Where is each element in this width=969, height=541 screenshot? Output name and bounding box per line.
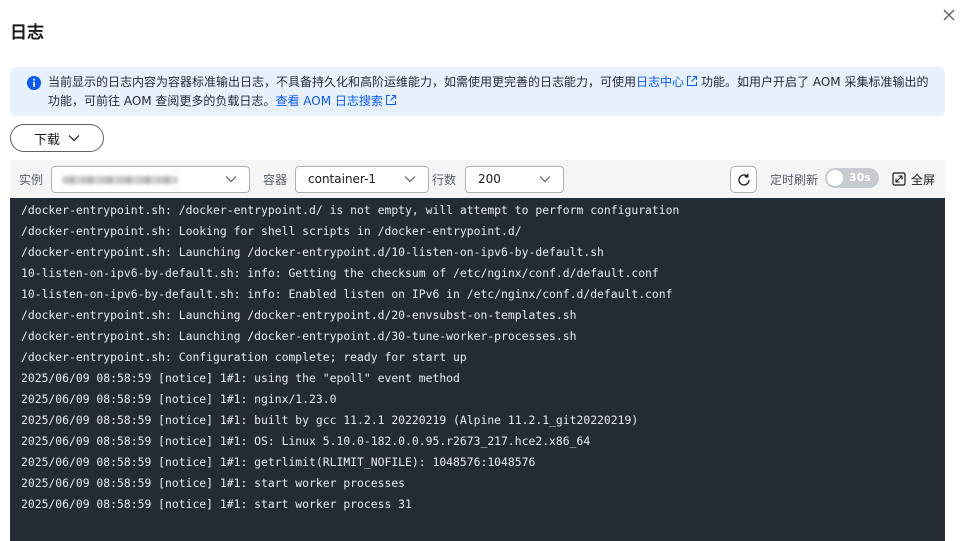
- chevron-down-icon: [225, 176, 237, 183]
- log-toolbar: 实例 容器 container-1 行数 200 定时刷新 30s 全屏: [10, 160, 945, 198]
- instance-select[interactable]: [51, 166, 250, 193]
- fullscreen-button[interactable]: 全屏: [892, 170, 935, 188]
- log-line: 2025/06/09 08:58:59 [notice] 1#1: built …: [21, 413, 639, 427]
- log-line: /docker-entrypoint.sh: Looking for shell…: [21, 224, 522, 238]
- external-link-icon: [687, 76, 698, 86]
- external-link-icon: [385, 95, 396, 105]
- log-line: 2025/06/09 08:58:59 [notice] 1#1: start …: [21, 476, 406, 490]
- auto-refresh-interval: 30s: [849, 171, 871, 184]
- aom-log-search-link[interactable]: 查看 AOM 日志搜索: [275, 94, 382, 108]
- log-line: /docker-entrypoint.sh: Launching /docker…: [21, 308, 577, 322]
- log-output: /docker-entrypoint.sh: /docker-entrypoin…: [10, 198, 945, 541]
- log-line: /docker-entrypoint.sh: Launching /docker…: [21, 329, 577, 343]
- instance-label: 实例: [19, 173, 44, 187]
- log-center-link[interactable]: 日志中心: [636, 75, 684, 89]
- auto-refresh-label: 定时刷新: [770, 173, 819, 187]
- download-label: 下载: [33, 132, 60, 148]
- info-icon: [27, 76, 41, 90]
- toggle-knob: [827, 170, 843, 186]
- container-label: 容器: [263, 173, 288, 187]
- log-line: 2025/06/09 08:58:59 [notice] 1#1: start …: [21, 497, 412, 511]
- instance-value-redacted: [62, 176, 178, 184]
- refresh-icon: [737, 173, 750, 186]
- dialog-title: 日志: [10, 23, 44, 43]
- close-icon: [943, 9, 955, 21]
- log-line: 10-listen-on-ipv6-by-default.sh: info: G…: [21, 266, 659, 280]
- log-line: 2025/06/09 08:58:59 [notice] 1#1: OS: Li…: [21, 434, 591, 448]
- log-line: 2025/06/09 08:58:59 [notice] 1#1: using …: [21, 371, 460, 385]
- fullscreen-label: 全屏: [911, 172, 936, 187]
- log-line: 2025/06/09 08:58:59 [notice] 1#1: nginx/…: [21, 392, 337, 406]
- log-line: /docker-entrypoint.sh: /docker-entrypoin…: [21, 203, 680, 217]
- log-line: 2025/06/09 08:58:59 [notice] 1#1: getrli…: [21, 455, 536, 469]
- fullscreen-icon: [892, 172, 906, 186]
- log-line: 10-listen-on-ipv6-by-default.sh: info: E…: [21, 287, 673, 301]
- lines-label: 行数: [432, 173, 457, 187]
- log-line: /docker-entrypoint.sh: Launching /docker…: [21, 245, 604, 259]
- log-line: /docker-entrypoint.sh: Configuration com…: [21, 350, 467, 364]
- chevron-down-icon: [404, 176, 416, 183]
- chevron-down-icon: [539, 176, 551, 183]
- download-button[interactable]: 下载: [10, 124, 104, 152]
- auto-refresh-toggle[interactable]: 30s: [825, 168, 879, 188]
- chevron-down-icon: [68, 135, 80, 142]
- refresh-button[interactable]: [730, 166, 757, 193]
- close-button[interactable]: [939, 5, 959, 25]
- container-select[interactable]: container-1: [295, 166, 429, 193]
- notice-text-1: 当前显示的日志内容为容器标准输出日志，不具备持久化和高阶运维能力，如需使用更完善…: [48, 75, 637, 89]
- container-value: container-1: [308, 172, 377, 186]
- lines-value: 200: [478, 172, 501, 186]
- lines-select[interactable]: 200: [465, 166, 564, 193]
- info-notice: 当前显示的日志内容为容器标准输出日志，不具备持久化和高阶运维能力，如需使用更完善…: [10, 67, 945, 116]
